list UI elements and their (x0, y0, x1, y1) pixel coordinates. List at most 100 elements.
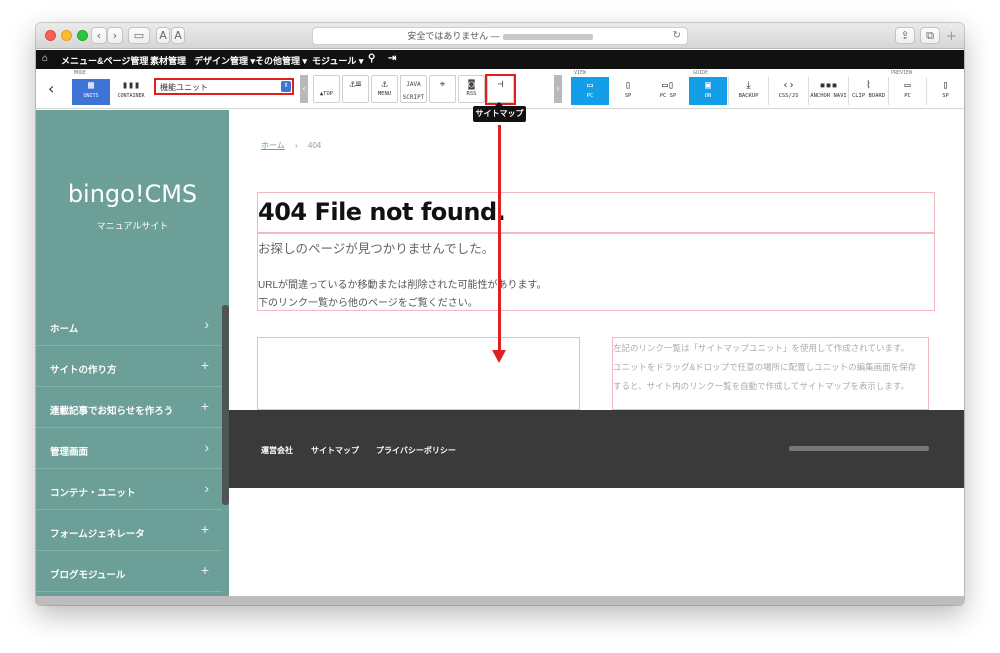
sitemap-note: 左記のリンク一覧は「サイトマップユニット」を使用して作成されています。 ユニット… (613, 343, 917, 391)
blurred-url (502, 33, 593, 40)
sidebar-item-form-generator[interactable]: フォームジェネレータ + (36, 510, 222, 551)
site-footer: 運営会社 サイトマップ プライバシーポリシー (229, 410, 964, 488)
menu-page-management[interactable]: メニュー&ページ管理 (61, 54, 148, 67)
preview-label: PREVIEW (891, 70, 913, 76)
font-smaller-button[interactable]: A (156, 27, 170, 44)
close-window-button[interactable] (45, 30, 56, 41)
tool-anchor-menu[interactable]: ⚓ MENU (371, 75, 398, 103)
units-icon: ▦ (87, 80, 95, 91)
footer-link-company[interactable]: 運営会社 (261, 445, 293, 456)
tools-scroll-left[interactable]: ‹ (300, 75, 308, 103)
anchor-navi-icon: ▪▪▪ (819, 80, 838, 91)
view-pc-sp-button[interactable]: ▭▯ PC SP (647, 77, 689, 105)
sidebar-item-container-unit[interactable]: コンテナ・ユニット › (36, 469, 222, 510)
annotation-arrow-shaft (498, 125, 501, 352)
back-chevron-icon[interactable]: ‹ (91, 27, 107, 44)
address-text: 安全ではありません — (407, 31, 500, 41)
menu-modules[interactable]: モジュール ▾ (312, 54, 363, 67)
breadcrumb: ホーム › 404 (261, 140, 321, 151)
view-label: VIEW (574, 70, 587, 76)
tool-map[interactable]: ⌖ (429, 75, 456, 103)
search-icon[interactable]: ⚲ (368, 53, 375, 64)
chevron-right-icon: › (204, 439, 209, 455)
menu-other-management[interactable]: その他管理 ▾ (255, 54, 307, 67)
plus-icon: + (200, 357, 209, 373)
download-icon: ⤓ (746, 80, 751, 91)
anchor-navi-button[interactable]: ▪▪▪ ANCHOR NAVI (808, 77, 848, 105)
css-js-button[interactable]: ‹› CSS/JS (768, 77, 808, 105)
sidebar-nav: ホーム › サイトの作り方 + 連載記事でお知らせを作ろう + 管理画面 › コンテナ・… (36, 305, 222, 592)
font-larger-button[interactable]: A (171, 27, 185, 44)
guide-toggle-button[interactable]: ▣ ON (689, 77, 727, 105)
plus-icon: + (200, 562, 209, 578)
sitemap-unit-placeholder[interactable] (257, 337, 580, 410)
minimize-window-button[interactable] (61, 30, 72, 41)
tabs-icon[interactable]: ⧉ (920, 27, 940, 44)
backup-button[interactable]: ⤓ BACKUP (728, 77, 768, 105)
cms-menubar: ⌂ メニュー&ページ管理 素材管理 デザイン管理 ▾ その他管理 ▾ モジュール… (36, 50, 964, 69)
sidebar-item-serial-articles[interactable]: 連載記事でお知らせを作ろう + (36, 387, 222, 428)
footer-link-privacy[interactable]: プライバシーポリシー (376, 445, 456, 456)
annotation-arrow-head (492, 350, 506, 363)
unit-type-select[interactable]: 機能ユニット ⇕ (154, 78, 294, 95)
home-icon[interactable]: ⌂ (42, 53, 48, 64)
preview-desktop-icon: ▭ (904, 80, 911, 91)
code-icon: ‹› (782, 80, 795, 91)
blurred-copyright (789, 446, 929, 451)
site-sidebar: bingo!CMS マニュアルサイト ホーム › サイトの作り方 + 連載記事でお知… (36, 110, 229, 605)
plus-icon: + (200, 398, 209, 414)
back-chevron-icon[interactable]: ‹ (48, 79, 54, 98)
view-sp-button[interactable]: ▯ SP (609, 77, 647, 105)
menu-material-management[interactable]: 素材管理 (150, 54, 186, 67)
paperclip-icon: ⌇ (866, 80, 871, 91)
mode-container-button[interactable]: ▮▮▮ CONTAINER (112, 79, 150, 105)
tool-javascript[interactable]: JAVA SCRIPT (400, 75, 427, 103)
rss-icon: ◙ (468, 79, 475, 90)
sidebar-item-blog-module[interactable]: ブログモジュール + (36, 551, 222, 592)
menu-design-management[interactable]: デザイン管理 ▾ (194, 54, 255, 67)
bottom-scroll-strip (36, 596, 964, 605)
new-tab-icon[interactable]: + (946, 29, 957, 44)
desktop-phone-icon: ▭▯ (661, 80, 675, 91)
mode-label: MODE (74, 70, 87, 76)
sidebar-item-admin[interactable]: 管理画面 › (36, 428, 222, 469)
desktop-icon: ▭ (586, 80, 594, 91)
container-icon: ▮▮▮ (121, 80, 141, 91)
mode-units-button[interactable]: ▦ UNITS (72, 79, 110, 105)
smartphone-icon: ▯ (624, 80, 632, 91)
site-logo[interactable]: bingo!CMS (36, 180, 229, 208)
main-content: ホーム › 404 404 File not found. お探しのページが見つ… (229, 110, 964, 410)
footer-link-sitemap[interactable]: サイトマップ (311, 445, 359, 456)
zoom-window-button[interactable] (77, 30, 88, 41)
sidebar-toggle-icon[interactable]: ▭ (128, 27, 150, 44)
address-bar[interactable]: 安全ではありません — ↻ (312, 27, 688, 45)
chevron-right-icon: › (204, 480, 209, 496)
tool-rss[interactable]: ◙ RSS (458, 75, 485, 103)
preview-pc-button[interactable]: ▭ PC (888, 77, 926, 105)
breadcrumb-home-link[interactable]: ホーム (261, 141, 285, 150)
reload-icon[interactable]: ↻ (673, 28, 681, 44)
forward-chevron-icon[interactable]: › (107, 27, 123, 44)
sidebar-item-site-building[interactable]: サイトの作り方 + (36, 346, 222, 387)
lead-text: お探しのページが見つかりませんでした。 (258, 242, 495, 256)
top-anchor-icon (314, 78, 339, 91)
sidebar-scrollbar[interactable] (222, 305, 229, 505)
clipboard-button[interactable]: ⌇ CLIP BOARD (848, 77, 888, 105)
map-pin-icon: ⌖ (439, 79, 446, 90)
logout-icon[interactable]: ⇥ (388, 53, 396, 64)
tool-anchor-list[interactable]: ⚓≡ (342, 75, 369, 103)
content-bottom-blank (229, 488, 964, 596)
browser-titlebar: ‹ › ▭ A A 安全ではありません — ↻ ⇪ ⧉ + (36, 23, 964, 49)
preview-phone-icon: ▯ (942, 80, 949, 91)
view-pc-button[interactable]: ▭ PC (571, 77, 609, 105)
breadcrumb-current: 404 (307, 141, 322, 150)
tools-scroll-right[interactable]: › (554, 75, 562, 103)
chevron-right-icon: › (204, 316, 209, 332)
page-title: 404 File not found. (258, 198, 506, 226)
select-arrows-icon: ⇕ (281, 81, 291, 92)
breadcrumb-separator: › (295, 141, 298, 150)
sidebar-item-home[interactable]: ホーム › (36, 305, 222, 346)
tool-top[interactable]: ▲TOP (313, 75, 340, 103)
preview-sp-button[interactable]: ▯ SP (926, 77, 964, 105)
share-icon[interactable]: ⇪ (895, 27, 915, 44)
